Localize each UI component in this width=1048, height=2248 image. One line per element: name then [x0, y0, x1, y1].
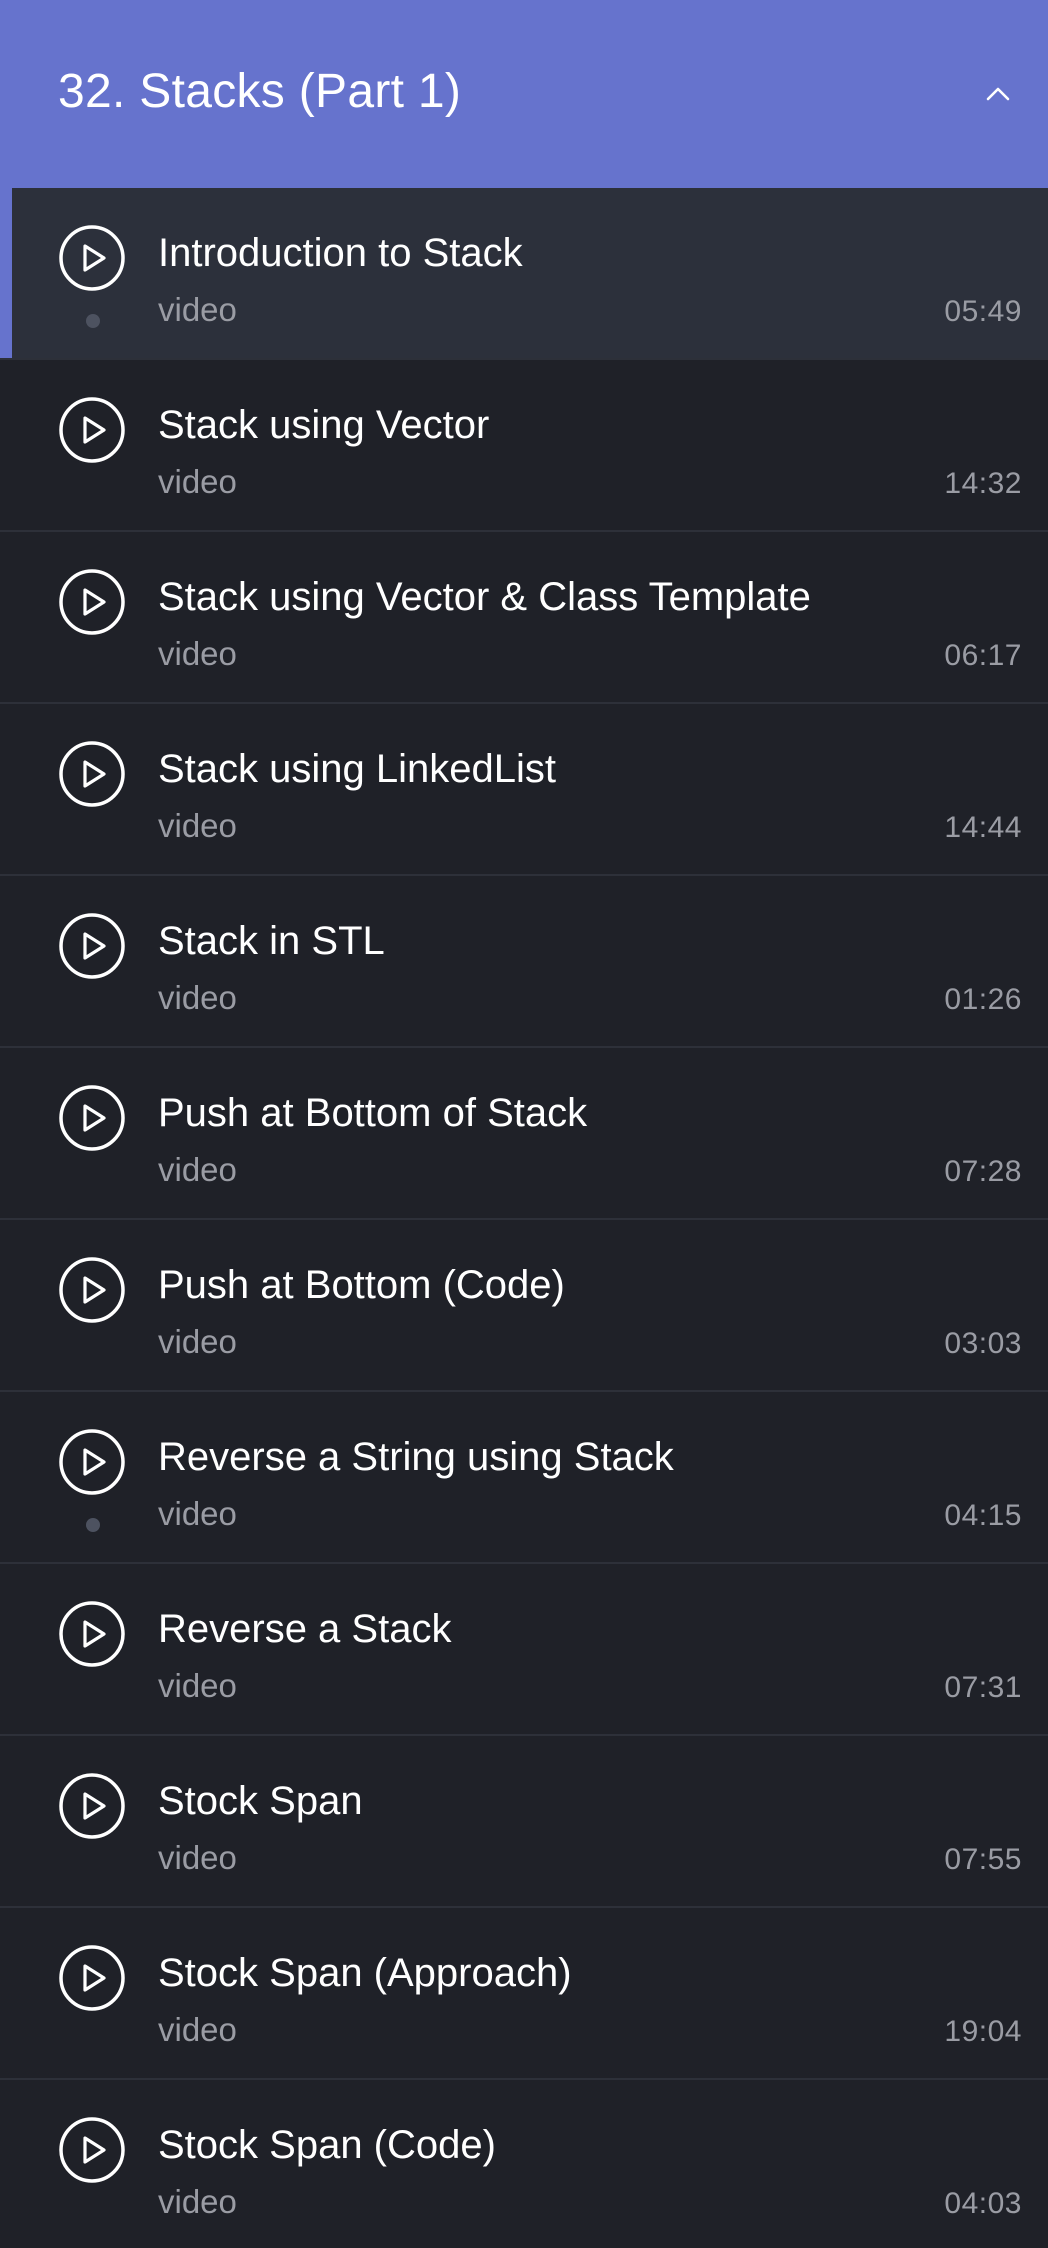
lesson-type: video	[158, 1323, 237, 1360]
lesson-type: video	[158, 979, 237, 1016]
lesson-duration: 19:04	[944, 2015, 1022, 2048]
lesson-list: Introduction to Stack video 05:49 Stack …	[0, 188, 1048, 2248]
lesson-title: Push at Bottom (Code)	[158, 1263, 565, 1307]
section-title: 32. Stacks (Part 1)	[58, 65, 462, 118]
lesson-duration: 04:03	[944, 2187, 1022, 2220]
lesson-type: video	[158, 463, 237, 500]
lesson-type: video	[158, 635, 237, 672]
lesson-item[interactable]: Introduction to Stack video 05:49	[0, 188, 1048, 360]
lesson-item[interactable]: Stock Span (Code) video 04:03	[0, 2080, 1048, 2248]
lesson-title: Stack using LinkedList	[158, 747, 557, 791]
lesson-type: video	[158, 1667, 237, 1704]
lesson-title: Stack using Vector	[158, 403, 490, 447]
play-circle-icon[interactable]	[58, 2116, 126, 2184]
play-circle-icon[interactable]	[58, 568, 126, 636]
lesson-duration: 07:55	[944, 1843, 1022, 1876]
play-circle-icon[interactable]	[58, 1428, 126, 1496]
lesson-title: Push at Bottom of Stack	[158, 1091, 588, 1135]
lesson-item[interactable]: Reverse a String using Stack video 04:15	[0, 1392, 1048, 1564]
lesson-title: Introduction to Stack	[158, 231, 523, 275]
play-circle-icon[interactable]	[58, 740, 126, 808]
lesson-item[interactable]: Push at Bottom (Code) video 03:03	[0, 1220, 1048, 1392]
play-circle-icon[interactable]	[58, 912, 126, 980]
course-content-screen: 32. Stacks (Part 1) Introduction to Stac…	[0, 0, 1048, 2248]
lesson-type: video	[158, 2183, 237, 2220]
lesson-type: video	[158, 1495, 237, 1532]
lesson-type: video	[158, 1839, 237, 1876]
active-indicator	[0, 188, 12, 358]
lesson-title: Stack in STL	[158, 919, 385, 963]
lesson-item[interactable]: Stack using Vector video 14:32	[0, 360, 1048, 532]
play-circle-icon[interactable]	[58, 1944, 126, 2012]
play-circle-icon[interactable]	[58, 1772, 126, 1840]
lesson-item[interactable]: Reverse a Stack video 07:31	[0, 1564, 1048, 1736]
lesson-duration: 14:32	[944, 467, 1022, 500]
lesson-item[interactable]: Stack using Vector & Class Template vide…	[0, 532, 1048, 704]
lesson-duration: 07:28	[944, 1155, 1022, 1188]
lesson-item[interactable]: Stack using LinkedList video 14:44	[0, 704, 1048, 876]
lesson-item[interactable]: Stack in STL video 01:26	[0, 876, 1048, 1048]
lesson-duration: 01:26	[944, 983, 1022, 1016]
play-circle-icon[interactable]	[58, 1600, 126, 1668]
lesson-type: video	[158, 2011, 237, 2048]
lesson-title: Stock Span (Code)	[158, 2123, 496, 2167]
progress-dot	[86, 314, 100, 328]
lesson-title: Stock Span	[158, 1779, 363, 1823]
lesson-item[interactable]: Stock Span (Approach) video 19:04	[0, 1908, 1048, 2080]
lesson-duration: 06:17	[944, 639, 1022, 672]
chevron-up-icon[interactable]	[978, 74, 1018, 114]
play-circle-icon[interactable]	[58, 1084, 126, 1152]
lesson-title: Stack using Vector & Class Template	[158, 575, 811, 619]
play-circle-icon[interactable]	[58, 396, 126, 464]
lesson-type: video	[158, 1151, 237, 1188]
lesson-type: video	[158, 807, 237, 844]
lesson-title: Reverse a Stack	[158, 1607, 452, 1651]
section-header[interactable]: 32. Stacks (Part 1)	[0, 0, 1048, 188]
lesson-duration: 03:03	[944, 1327, 1022, 1360]
lesson-duration: 04:15	[944, 1499, 1022, 1532]
lesson-duration: 05:49	[944, 295, 1022, 328]
lesson-item[interactable]: Push at Bottom of Stack video 07:28	[0, 1048, 1048, 1220]
lesson-duration: 07:31	[944, 1671, 1022, 1704]
lesson-title: Reverse a String using Stack	[158, 1435, 674, 1479]
play-circle-icon[interactable]	[58, 1256, 126, 1324]
lesson-title: Stock Span (Approach)	[158, 1951, 572, 1995]
lesson-item[interactable]: Stock Span video 07:55	[0, 1736, 1048, 1908]
play-circle-icon[interactable]	[58, 224, 126, 292]
lesson-duration: 14:44	[944, 811, 1022, 844]
lesson-type: video	[158, 291, 237, 328]
progress-dot	[86, 1518, 100, 1532]
